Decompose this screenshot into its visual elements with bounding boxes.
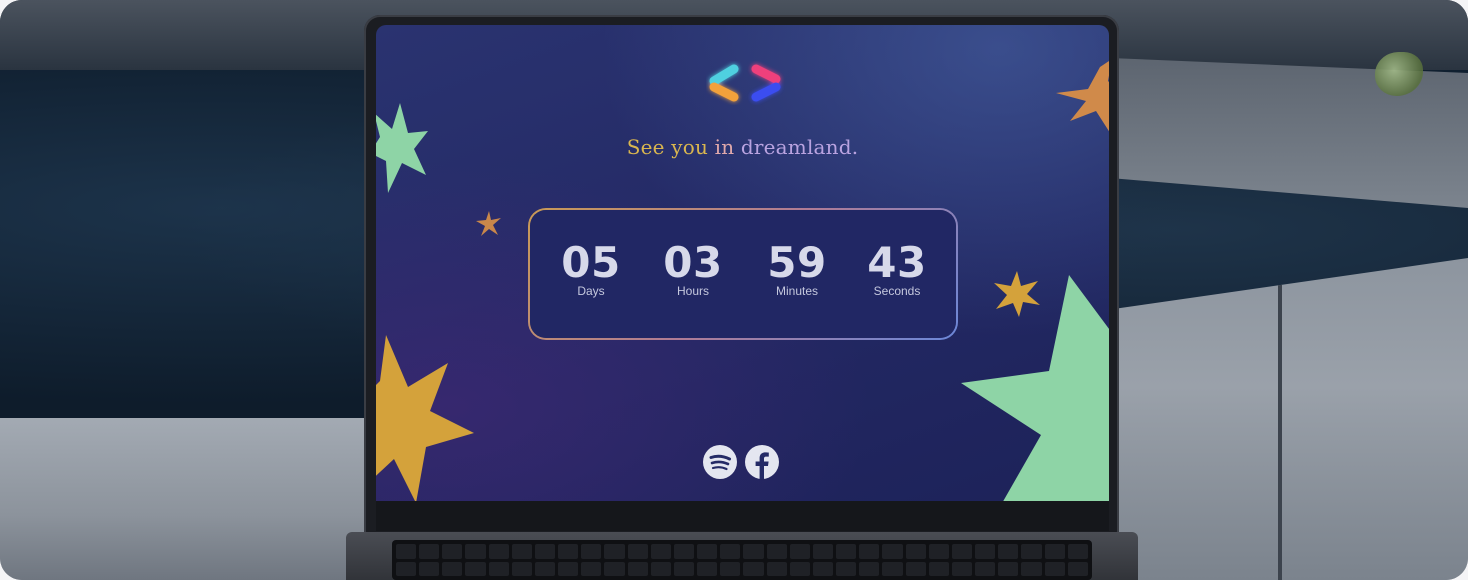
tagline-part-1: See you bbox=[626, 135, 709, 159]
keyboard-key bbox=[905, 544, 926, 559]
keyboard-key bbox=[951, 544, 973, 559]
keyboard-key bbox=[1044, 544, 1065, 559]
keyboard-key bbox=[998, 544, 1019, 559]
facebook-icon[interactable] bbox=[745, 445, 779, 479]
keyboard-key bbox=[928, 561, 949, 576]
keyboard-key bbox=[743, 561, 764, 576]
keyboard-key bbox=[812, 561, 834, 576]
keyboard-key bbox=[558, 561, 579, 576]
keyboard-key bbox=[396, 561, 417, 576]
countdown-seconds: 43 Seconds bbox=[852, 238, 942, 299]
seconds-label: Seconds bbox=[873, 284, 921, 298]
keyboard-key bbox=[1067, 561, 1088, 576]
tagline-part-2: in bbox=[714, 135, 735, 159]
keyboard-key bbox=[627, 561, 648, 576]
keyboard-key bbox=[1021, 561, 1042, 576]
keyboard-key bbox=[581, 544, 602, 559]
keyboard-key bbox=[836, 561, 857, 576]
keyboard-key bbox=[511, 561, 532, 576]
keyboard-key bbox=[975, 544, 996, 559]
logo-icon bbox=[709, 64, 781, 102]
keyboard-key bbox=[627, 544, 648, 559]
days-label: Days bbox=[577, 284, 605, 298]
star-orange-top-right bbox=[1056, 61, 1109, 132]
countdown-timer: 05 Days 03 Hours 59 Minutes 43 Seconds bbox=[528, 208, 958, 340]
keyboard-key bbox=[604, 561, 625, 576]
photo-frame: See you in dreamland. 05 Days 03 Hours 5… bbox=[0, 0, 1468, 580]
keyboard-key bbox=[975, 561, 996, 576]
keyboard-key bbox=[859, 561, 880, 576]
hours-label: Hours bbox=[676, 284, 709, 298]
keyboard-key bbox=[488, 561, 509, 576]
keyboard-key bbox=[697, 561, 718, 576]
star-small-orange bbox=[476, 211, 501, 236]
keyboard-key bbox=[558, 544, 579, 559]
deck-right bbox=[1110, 258, 1468, 580]
keyboard-key bbox=[534, 544, 556, 559]
laptop-screen: See you in dreamland. 05 Days 03 Hours 5… bbox=[376, 25, 1109, 501]
tagline: See you in dreamland. bbox=[376, 135, 1109, 159]
minutes-value: 59 bbox=[767, 238, 827, 287]
keyboard-key bbox=[882, 561, 903, 576]
seconds-value: 43 bbox=[867, 238, 927, 287]
keyboard-key bbox=[581, 561, 602, 576]
keyboard-key bbox=[488, 544, 509, 559]
keyboard-key bbox=[442, 561, 463, 576]
keyboard-key bbox=[465, 561, 486, 576]
keyboard-key bbox=[1021, 544, 1042, 559]
minutes-label: Minutes bbox=[775, 284, 819, 298]
tagline-part-3: dreamland. bbox=[740, 135, 859, 159]
countdown-minutes: 59 Minutes bbox=[752, 238, 842, 299]
keyboard-key bbox=[882, 544, 903, 559]
keyboard-key bbox=[604, 544, 625, 559]
keyboard-key bbox=[1067, 544, 1088, 559]
keyboard-key bbox=[419, 544, 440, 559]
keyboard-key bbox=[673, 544, 695, 559]
star-gold-bottom-left bbox=[376, 335, 474, 501]
keyboard bbox=[392, 540, 1092, 580]
keyboard-key bbox=[812, 544, 834, 559]
keyboard-key bbox=[396, 544, 417, 559]
keyboard-key bbox=[720, 544, 741, 559]
keyboard-key bbox=[697, 544, 718, 559]
keyboard-key bbox=[465, 544, 486, 559]
keyboard-key bbox=[720, 561, 741, 576]
star-green-bottom-right bbox=[961, 275, 1109, 501]
hours-value: 03 bbox=[663, 238, 723, 287]
keyboard-key bbox=[951, 561, 973, 576]
keyboard-key bbox=[534, 561, 556, 576]
keyboard-key bbox=[836, 544, 857, 559]
keyboard-key bbox=[673, 561, 695, 576]
spotify-icon[interactable] bbox=[703, 445, 737, 479]
keyboard-key bbox=[766, 561, 787, 576]
countdown-days: 05 Days bbox=[546, 238, 636, 299]
keyboard-key bbox=[789, 561, 810, 576]
keyboard-key bbox=[442, 544, 463, 559]
keyboard-key bbox=[419, 561, 440, 576]
keyboard-key bbox=[1044, 561, 1065, 576]
keyboard-key bbox=[905, 561, 926, 576]
laptop-chin bbox=[376, 501, 1109, 531]
countdown-hours: 03 Hours bbox=[648, 238, 738, 299]
keyboard-key bbox=[766, 544, 787, 559]
deck-left bbox=[0, 418, 380, 580]
keyboard-key bbox=[650, 544, 671, 559]
keyboard-key bbox=[743, 544, 764, 559]
keyboard-key bbox=[998, 561, 1019, 576]
keyboard-key bbox=[650, 561, 671, 576]
keyboard-key bbox=[859, 544, 880, 559]
keyboard-key bbox=[789, 544, 810, 559]
keyboard-key bbox=[928, 544, 949, 559]
days-value: 05 bbox=[561, 238, 621, 287]
keyboard-key bbox=[511, 544, 532, 559]
